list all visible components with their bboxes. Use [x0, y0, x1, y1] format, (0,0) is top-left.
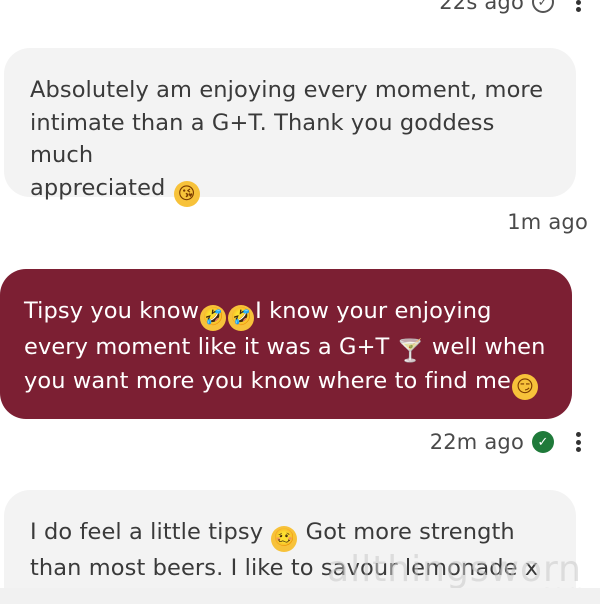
message-meta: 1m ago — [507, 210, 588, 234]
smirk-emoji-icon: 😏 — [511, 374, 538, 400]
message-text-line: intimate than a G+T. Thank you goddess m… — [30, 109, 495, 169]
bottom-bar — [0, 588, 600, 604]
message-text-line: Absolutely am enjoying every moment, mor… — [30, 77, 544, 103]
chat-thread: 22s ago ✓ Absolutely am enjoying every m… — [0, 0, 600, 604]
message-text-line: I do feel a little tipsy 🥴 Got more stre… — [30, 516, 550, 552]
message-timestamp: 22s ago — [439, 0, 524, 14]
message-text-line: you want more you know where to find me 😏 — [24, 365, 546, 400]
message-meta: 22s ago ✓ — [439, 0, 588, 14]
message-text-line: Tipsy you know 🤣 🤣 I know your enjoying — [24, 295, 546, 331]
kiss-emoji-icon: 😘 — [173, 181, 200, 207]
read-check-icon: ✓ — [532, 431, 554, 453]
message-meta: 22m ago ✓ — [430, 430, 588, 454]
message-text-line: every moment like it was a G+T 🍸 well wh… — [24, 333, 546, 364]
sent-check-icon: ✓ — [532, 0, 554, 13]
cocktail-glass-icon: 🍸 — [396, 338, 425, 364]
more-options-icon[interactable] — [568, 431, 588, 453]
message-bubble-received: I do feel a little tipsy 🥴 Got more stre… — [4, 490, 576, 604]
woozy-emoji-icon: 🥴 — [271, 525, 298, 552]
message-text-line: than most beers. I like to savour lemona… — [30, 554, 539, 581]
message-timestamp: 1m ago — [507, 210, 588, 234]
laughing-emoji-icon: 🤣 — [228, 304, 255, 331]
message-bubble-received: Absolutely am enjoying every moment, mor… — [4, 48, 576, 207]
message-text-line: appreciated 😘 — [30, 172, 550, 207]
laughing-emoji-icon: 🤣 — [200, 304, 227, 331]
message-bubble-sent: Tipsy you know 🤣 🤣 I know your enjoying eve… — [0, 269, 572, 419]
more-options-icon[interactable] — [568, 0, 588, 13]
message-timestamp: 22m ago — [429, 430, 524, 454]
